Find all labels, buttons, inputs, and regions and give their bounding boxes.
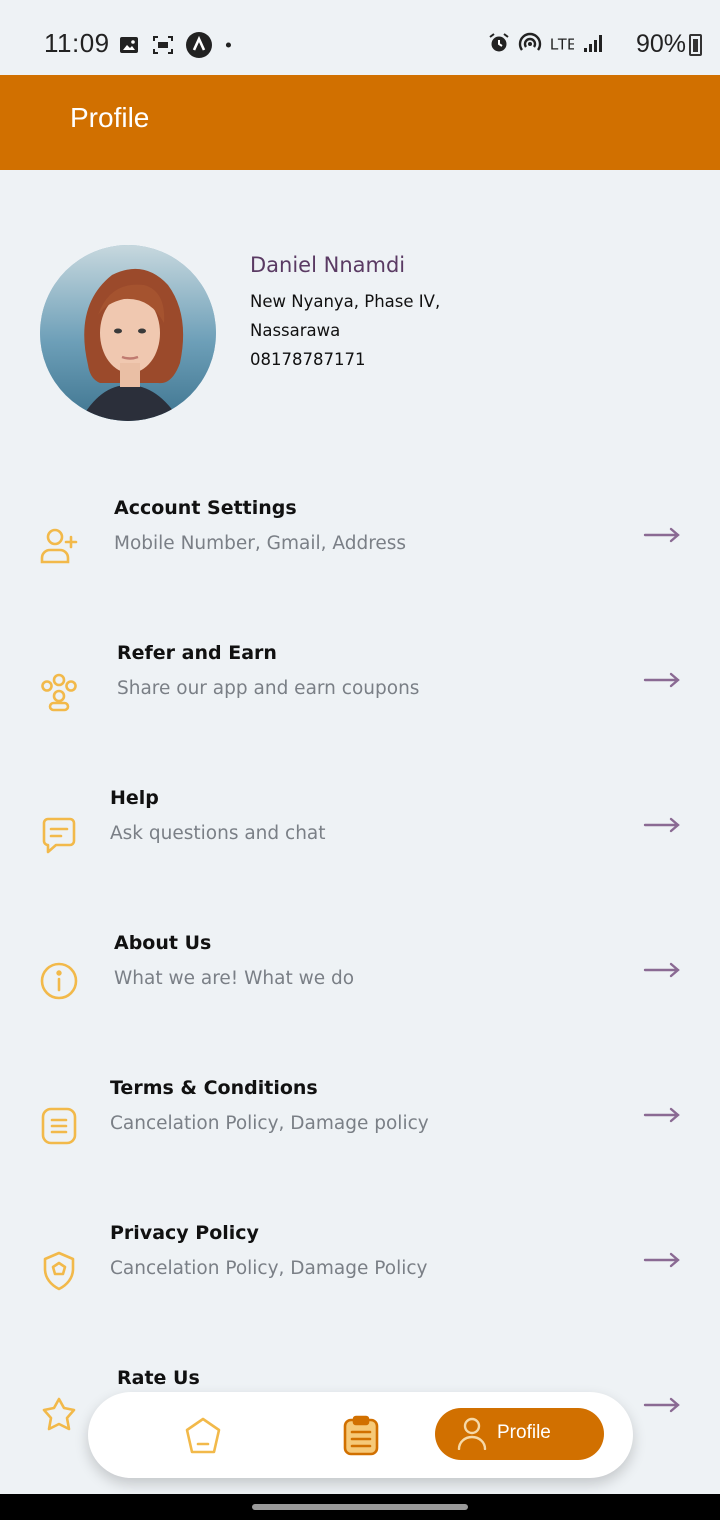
menu-item-help[interactable]: Help Ask questions and chat	[0, 787, 720, 887]
chat-icon	[42, 817, 76, 854]
profile-info: Daniel Nnamdi New Nyanya, Phase IV, Nass…	[250, 253, 440, 374]
lte-icon: LTE	[550, 36, 574, 53]
arrow-right-icon	[643, 1107, 680, 1123]
menu-sub: Mobile Number, Gmail, Address	[114, 533, 407, 554]
svg-text:LTE: LTE	[550, 36, 574, 53]
status-time: 11:09	[44, 28, 110, 58]
menu-label: Account Settings	[114, 497, 297, 519]
signal-icon	[584, 35, 602, 52]
menu-sub: What we are! What we do	[114, 968, 355, 989]
profile-name: Daniel Nnamdi	[250, 253, 406, 277]
app-header: Profile	[0, 75, 720, 170]
dot-icon	[225, 42, 231, 48]
avatar[interactable]	[40, 245, 216, 421]
profile-address-line1: New Nyanya, Phase IV,	[250, 292, 441, 311]
hotspot-icon	[518, 32, 542, 51]
menu-label: Refer and Earn	[117, 642, 277, 664]
system-nav-bar	[0, 1494, 720, 1520]
battery-icon	[689, 34, 702, 56]
arrow-right-icon	[643, 1252, 680, 1268]
home-gesture-pill[interactable]	[252, 1504, 468, 1510]
avatar-photo	[40, 245, 216, 421]
menu-sub: Cancelation Policy, Damage policy	[110, 1113, 429, 1134]
profile-tab-button[interactable]: Profile	[435, 1408, 604, 1460]
arrow-right-icon	[643, 1397, 680, 1413]
menu-label: Rate Us	[117, 1367, 200, 1389]
menu-item-refer-and-earn[interactable]: Refer and Earn Share our app and earn co…	[0, 642, 720, 742]
user-icon	[457, 1417, 487, 1450]
menu-item-terms-conditions[interactable]: Terms & Conditions Cancelation Policy, D…	[0, 1077, 720, 1177]
status-bar: 11:09 LTE 90%	[0, 0, 720, 75]
menu-label: About Us	[114, 932, 212, 954]
menu-label: Terms & Conditions	[110, 1077, 318, 1099]
menu-sub: Cancelation Policy, Damage Policy	[110, 1258, 428, 1279]
arrow-right-icon	[643, 817, 680, 833]
profile-tab-label: Profile	[497, 1422, 551, 1443]
menu-item-about-us[interactable]: About Us What we are! What we do	[0, 932, 720, 1032]
profile-address-line2: Nassarawa	[250, 321, 341, 340]
menu-label: Help	[110, 787, 159, 809]
star-icon	[42, 1397, 76, 1431]
home-icon[interactable]	[182, 1415, 224, 1457]
document-icon	[41, 1107, 77, 1145]
arrow-right-icon	[643, 527, 680, 543]
screenshot-icon	[153, 36, 173, 54]
app-icon	[186, 32, 212, 58]
menu-item-privacy-policy[interactable]: Privacy Policy Cancelation Policy, Damag…	[0, 1222, 720, 1322]
menu-sub: Share our app and earn coupons	[117, 678, 420, 699]
arrow-right-icon	[643, 672, 680, 688]
arrow-right-icon	[643, 962, 680, 978]
info-icon	[40, 962, 78, 1000]
add-user-icon	[40, 528, 78, 564]
alarm-icon	[489, 33, 509, 52]
menu-label: Privacy Policy	[110, 1222, 259, 1244]
menu-sub: Ask questions and chat	[110, 823, 326, 844]
profile-phone: 08178787171	[250, 350, 366, 369]
battery-percent: 90%	[635, 30, 686, 58]
bottom-nav: Profile	[88, 1392, 633, 1478]
group-icon	[41, 673, 77, 712]
page-title: Profile	[70, 102, 150, 133]
profile-card: Daniel Nnamdi New Nyanya, Phase IV, Nass…	[40, 245, 680, 425]
clipboard-icon[interactable]	[340, 1415, 382, 1457]
shield-icon	[43, 1251, 75, 1291]
menu-item-account-settings[interactable]: Account Settings Mobile Number, Gmail, A…	[0, 497, 720, 597]
image-icon	[120, 37, 138, 53]
